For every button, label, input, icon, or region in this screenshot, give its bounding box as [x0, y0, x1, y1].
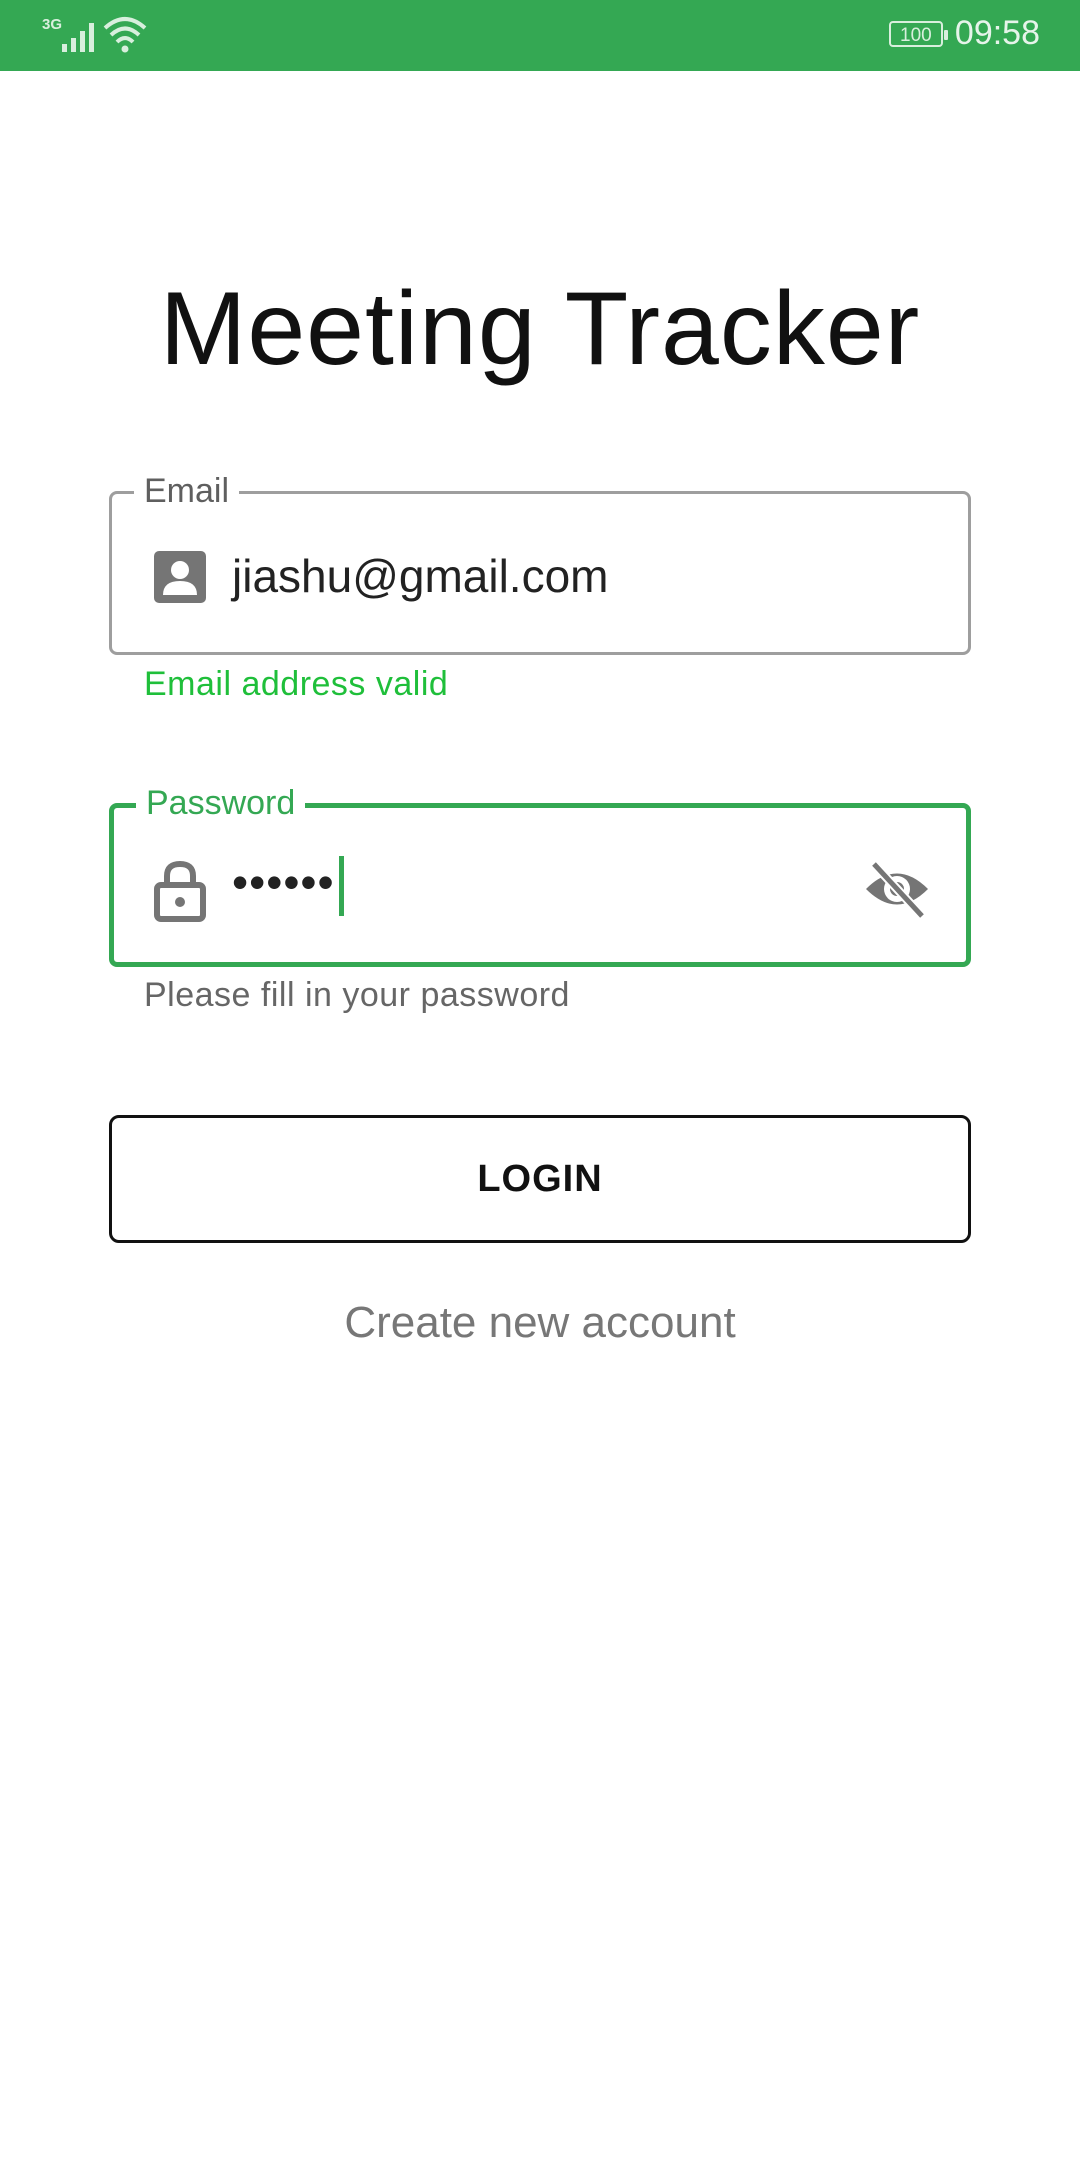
app-title: Meeting Tracker: [159, 271, 921, 387]
password-helper-text: Please fill in your password: [144, 976, 570, 1014]
battery-icon: 100: [888, 20, 948, 47]
signal-icon: [62, 23, 94, 52]
password-input[interactable]: ••••••: [232, 854, 344, 916]
password-field-label: Password: [136, 784, 306, 822]
email-input[interactable]: jiashu@gmail.com: [232, 548, 609, 604]
wifi-icon: [103, 17, 147, 53]
status-bar: 3G 100 09:58: [0, 0, 1080, 71]
password-field[interactable]: Password ••••••: [109, 784, 971, 967]
create-account-link[interactable]: Create new account: [0, 1298, 1080, 1348]
network-type: 3G: [42, 16, 63, 33]
visibility-off-icon[interactable]: [862, 854, 932, 924]
text-caret: [338, 855, 344, 916]
email-field-label: Email: [134, 472, 240, 510]
lock-icon: [154, 860, 206, 922]
email-helper-text: Email address valid: [144, 665, 449, 703]
status-clock: 09:58: [954, 14, 1040, 52]
status-bar-right: 100 09:58: [888, 14, 1040, 53]
login-button[interactable]: LOGIN: [109, 1115, 971, 1243]
account-box-icon: [154, 551, 206, 603]
password-value: ••••••: [232, 856, 335, 908]
battery-level: 100: [900, 24, 932, 46]
email-field[interactable]: Email jiashu@gmail.com: [109, 472, 971, 655]
